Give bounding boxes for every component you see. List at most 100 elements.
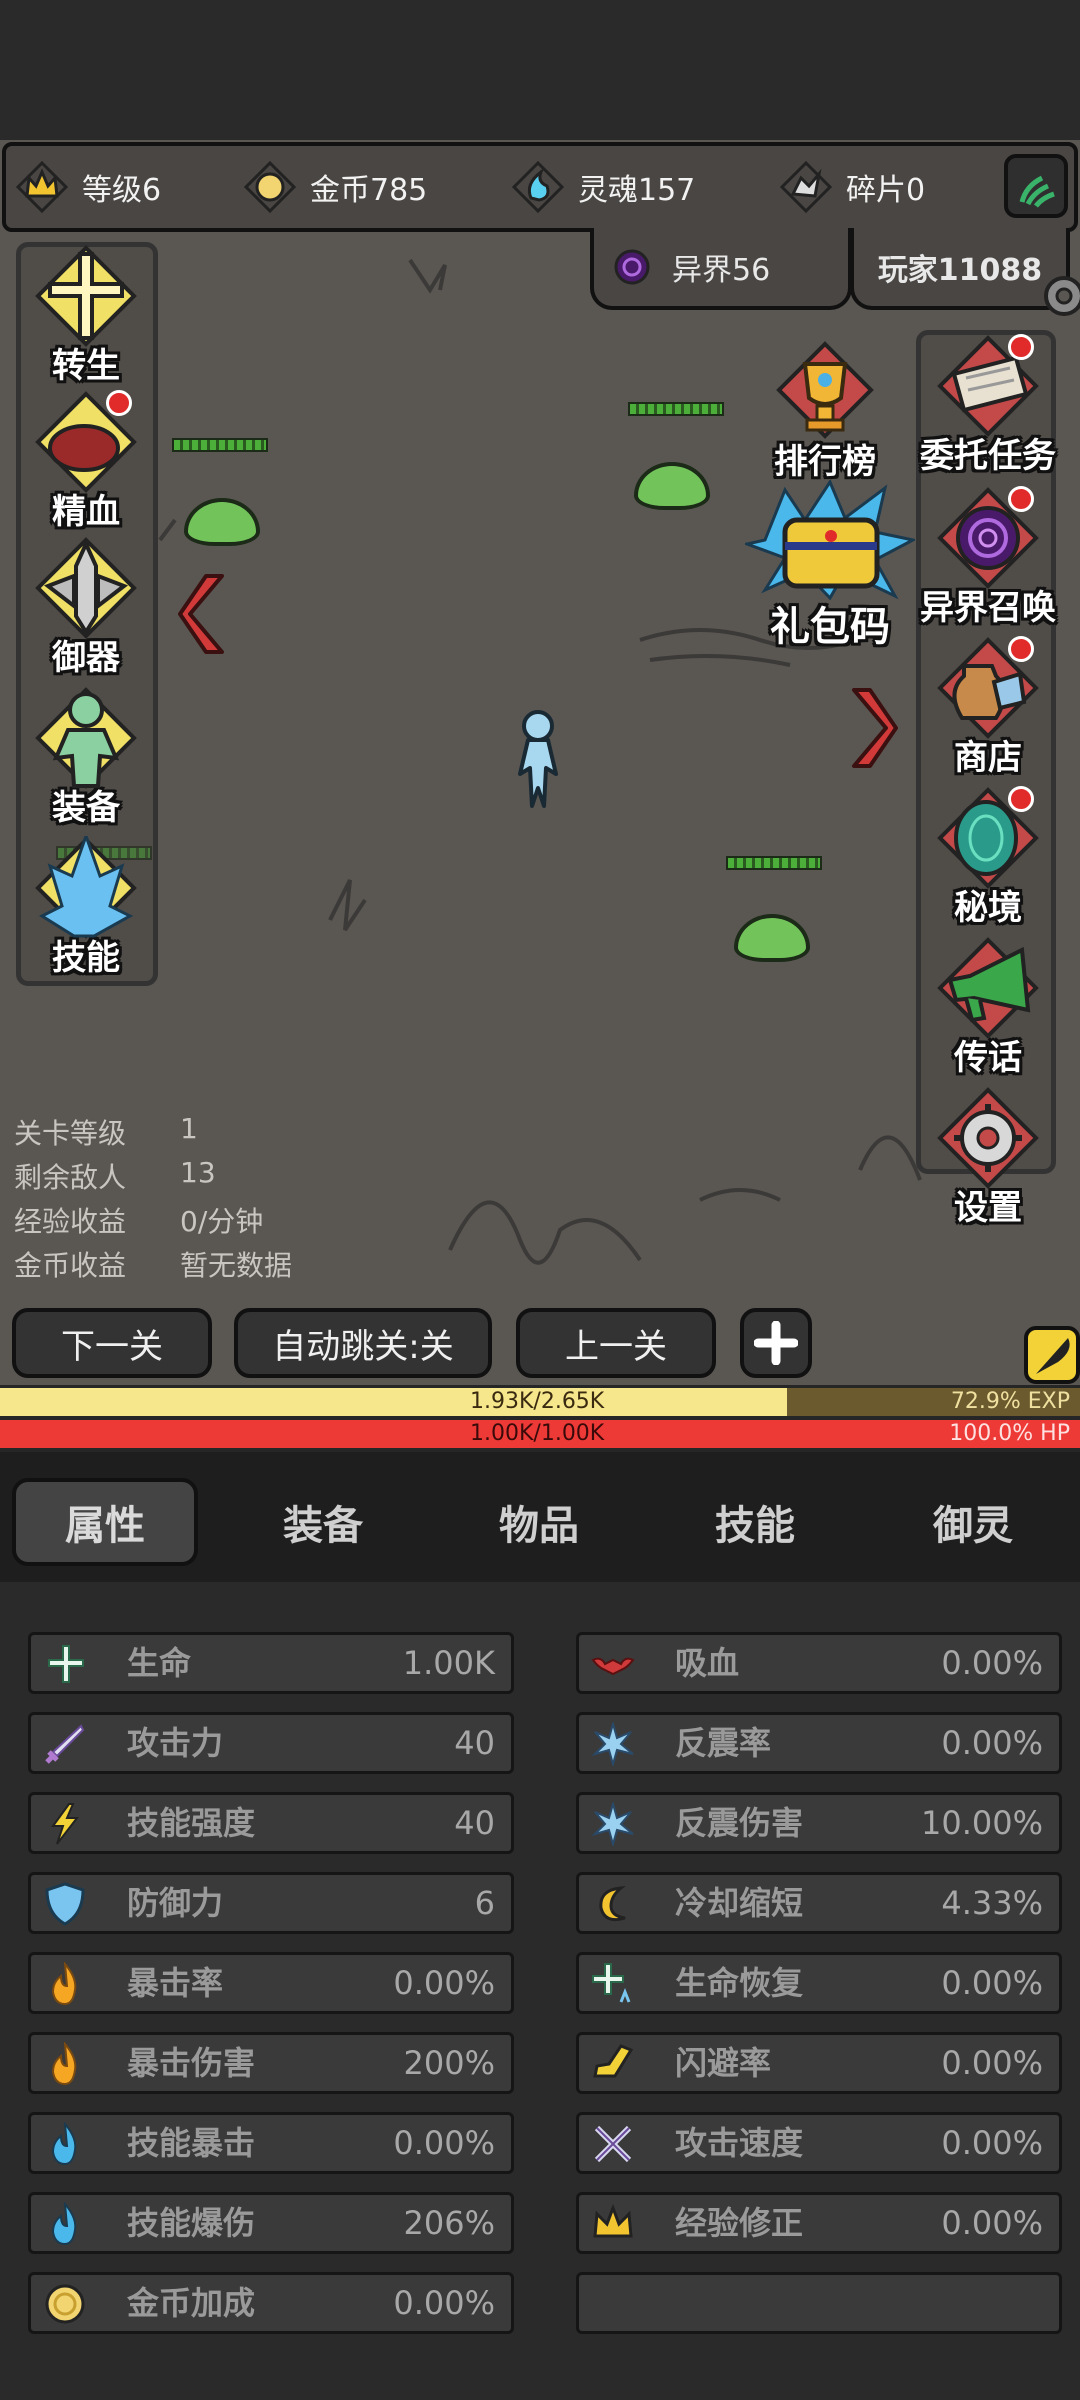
hp-percent: 100.0% HP (949, 1421, 1070, 1446)
tab-spirits[interactable]: 御灵 (880, 1478, 1066, 1566)
prev-area-arrow[interactable] (176, 572, 228, 656)
attr-skill-power: 技能强度 40 (28, 1792, 514, 1854)
equipment-button[interactable]: 装备 (16, 686, 156, 829)
exp-bar: 1.93K/2.65K 72.9% EXP (0, 1388, 1080, 1416)
coin-icon (242, 159, 298, 215)
player-character (518, 710, 558, 808)
soul-flame-icon (510, 159, 566, 215)
level-resource: 等级6 (14, 146, 161, 228)
hp-bar: 1.00K/1.00K 100.0% HP (0, 1420, 1080, 1448)
resource-bar: 等级6 金币785 灵魂157 碎片0 (2, 142, 1078, 232)
gold-income-row: 金币收益 暂无数据 (14, 1249, 293, 1282)
attr-lifesteal: 吸血 0.00% (576, 1632, 1062, 1694)
blood-meat-icon (34, 390, 138, 494)
shop-pot-icon (936, 636, 1040, 740)
auto-skip-toggle-button[interactable]: 自动跳关:关 (234, 1308, 492, 1378)
crown-icon (589, 2200, 637, 2248)
exp-bar-fill (0, 1388, 788, 1416)
bottom-tab-bar: 属性 装备 物品 技能 御灵 (0, 1452, 1080, 1582)
tab-skills[interactable]: 技能 (662, 1478, 848, 1566)
commission-quest-button[interactable]: 委托任务 (888, 334, 1080, 477)
spark-icon (589, 1800, 637, 1848)
hp-value: 1.00K/1.00K (470, 1421, 605, 1446)
scroll-quest-icon (936, 334, 1040, 438)
leaderboard-button[interactable]: 排行榜 (760, 340, 890, 483)
settings-button[interactable]: 设置 (888, 1086, 1080, 1229)
shop-button[interactable]: 商店 (888, 636, 1080, 779)
feather-icon (1036, 1338, 1070, 1374)
settings-gear-partial-icon[interactable] (1034, 266, 1080, 326)
rebirth-button[interactable]: 转生 (16, 244, 156, 387)
essence-blood-button[interactable]: 精血 (16, 390, 156, 533)
trophy-icon (776, 341, 874, 439)
attr-crit-damage: 暴击伤害 200% (28, 2032, 514, 2094)
plus-icon (754, 1321, 798, 1365)
equipment-figure-icon (34, 686, 138, 790)
attr-crit-rate: 暴击率 0.00% (28, 1952, 514, 2014)
tab-attributes[interactable]: 属性 (12, 1478, 198, 1566)
otherworld-tab[interactable]: 异界56 (590, 228, 852, 310)
attr-health: 生命 1.00K (28, 1632, 514, 1694)
health-cross-icon (41, 1640, 89, 1688)
sword-icon (41, 1720, 89, 1768)
attr-exp-modifier: 经验修正 0.00% (576, 2192, 1062, 2254)
rebirth-cross-icon (34, 244, 138, 348)
attr-counter-damage: 反震伤害 10.00% (576, 1792, 1062, 1854)
top-status-area (0, 0, 1080, 140)
megaphone-icon (936, 936, 1040, 1040)
exp-income-row: 经验收益 0/分钟 (14, 1205, 264, 1238)
tab-equipment[interactable]: 装备 (230, 1478, 416, 1566)
boot-icon (589, 2040, 637, 2088)
secret-realm-icon (936, 786, 1040, 890)
lightning-icon (41, 1800, 89, 1848)
attr-gold-bonus: 金币加成 0.00% (28, 2272, 514, 2334)
blue-flame-icon (41, 2120, 89, 2168)
quill-feather-button[interactable] (1024, 1326, 1080, 1384)
secret-realm-button[interactable]: 秘境 (888, 786, 1080, 929)
regen-icon (589, 1960, 637, 2008)
attr-attack: 攻击力 40 (28, 1712, 514, 1774)
next-stage-button[interactable]: 下一关 (12, 1308, 212, 1378)
attr-health-regen: 生命恢复 0.00% (576, 1952, 1062, 2014)
exp-percent: 72.9% EXP (950, 1389, 1070, 1414)
fire-icon (41, 1960, 89, 2008)
previous-stage-button[interactable]: 上一关 (516, 1308, 716, 1378)
artifact-button[interactable]: 御器 (16, 536, 156, 679)
portal-summon-icon (936, 486, 1040, 590)
attr-attack-speed: 攻击速度 0.00% (576, 2112, 1062, 2174)
crossed-swords-icon (589, 2120, 637, 2168)
notification-dot (1008, 786, 1034, 812)
otherworld-summon-button[interactable]: 异界召唤 (888, 486, 1080, 629)
notification-dot (1008, 636, 1034, 662)
crown-icon (14, 159, 70, 215)
tab-items[interactable]: 物品 (446, 1478, 632, 1566)
gold-resource: 金币785 (242, 146, 427, 228)
message-button[interactable]: 传话 (888, 936, 1080, 1079)
bat-icon (589, 1640, 637, 1688)
skill-button[interactable]: 技能 (16, 831, 156, 979)
add-button[interactable] (740, 1308, 812, 1378)
attributes-panel: 生命 1.00K 攻击力 40 技能强度 40 防御力 6 暴击率 0.00% … (0, 1582, 1080, 2400)
attr-defense: 防御力 6 (28, 1872, 514, 1934)
portal-icon (612, 247, 652, 287)
enemy-hp-bar (172, 438, 268, 452)
spark-icon (589, 1720, 637, 1768)
remaining-enemies-row: 剩余敌人 13 (14, 1156, 216, 1194)
notification-dot (1008, 486, 1034, 512)
attr-empty-slot (576, 2272, 1062, 2334)
coin-icon (41, 2280, 89, 2328)
shard-icon (778, 159, 834, 215)
network-signal-icon[interactable] (1004, 154, 1068, 218)
exp-value: 1.93K/2.65K (470, 1389, 605, 1414)
shard-resource: 碎片0 (778, 146, 925, 228)
enemy-hp-bar (726, 856, 822, 870)
notification-dot (1008, 334, 1034, 360)
cooldown-icon (589, 1880, 637, 1928)
attr-counter-rate: 反震率 0.00% (576, 1712, 1062, 1774)
attr-skill-crit-damage: 技能爆伤 206% (28, 2192, 514, 2254)
notification-dot (106, 390, 132, 416)
leaderboard-label: 排行榜 (774, 442, 876, 482)
attr-skill-crit: 技能暴击 0.00% (28, 2112, 514, 2174)
attr-dodge-rate: 闪避率 0.00% (576, 2032, 1062, 2094)
blue-flame-icon (41, 2200, 89, 2248)
